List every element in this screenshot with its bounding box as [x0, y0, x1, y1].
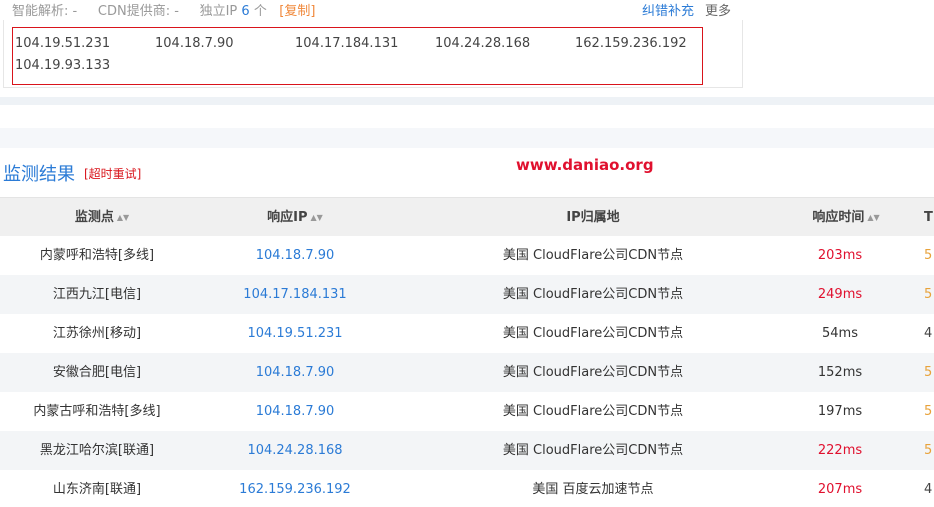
sort-icon[interactable]: ▲▼	[117, 213, 129, 222]
cell-time: 152ms	[817, 365, 863, 380]
ip-item: 104.24.28.168	[435, 36, 531, 51]
column-header-ip[interactable]: 响应IP ▲▼	[194, 198, 396, 237]
cell-location: 美国 CloudFlare公司CDN节点	[502, 326, 684, 341]
cell-edge: 5	[924, 404, 933, 419]
table-row: 安徽合肥[电信] 104.18.7.90 美国 CloudFlare公司CDN节…	[0, 353, 934, 392]
cell-edge: 5	[924, 287, 933, 302]
cell-time: 54ms	[822, 326, 858, 341]
cell-edge: 4	[924, 482, 933, 497]
column-header-point-label: 监测点	[74, 210, 114, 225]
cell-location: 美国 CloudFlare公司CDN节点	[502, 248, 684, 263]
cell-point: 江苏徐州[移动]	[52, 326, 142, 341]
fix-link[interactable]: 纠错补充	[642, 0, 694, 19]
copy-ips-button[interactable]: [复制]	[279, 4, 315, 19]
table-row: 江西九江[电信] 104.17.184.131 美国 CloudFlare公司C…	[0, 275, 934, 314]
cell-edge: 5	[924, 365, 933, 380]
section-title: 监测结果	[3, 164, 75, 185]
table-row: 内蒙古呼和浩特[多线] 104.18.7.90 美国 CloudFlare公司C…	[0, 392, 934, 431]
cell-location: 美国 CloudFlare公司CDN节点	[502, 404, 684, 419]
cell-time: 207ms	[817, 482, 863, 497]
cell-edge: 5	[924, 443, 933, 458]
column-header-location: IP归属地	[396, 198, 790, 237]
dns-meta: 智能解析: - CDN提供商: - 独立IP 6 个 [复制]	[12, 0, 315, 19]
cdn-provider-label: CDN提供商: -	[97, 4, 179, 19]
cell-point: 内蒙古呼和浩特[多线]	[33, 404, 161, 419]
table-row: 江苏徐州[移动] 104.19.51.231 美国 CloudFlare公司CD…	[0, 314, 934, 353]
cell-ip-link[interactable]: 162.159.236.192	[194, 470, 396, 507]
column-header-point[interactable]: 监测点 ▲▼	[0, 198, 204, 237]
column-header-location-label: IP归属地	[566, 210, 620, 225]
ip-item: 104.19.93.133	[15, 58, 111, 73]
cell-ip-link[interactable]: 104.24.28.168	[194, 431, 396, 470]
cell-ip-link[interactable]: 104.18.7.90	[194, 353, 396, 392]
ip-item: 104.17.184.131	[295, 36, 399, 51]
cell-ip-link[interactable]: 104.18.7.90	[194, 392, 396, 431]
table-row: 内蒙呼和浩特[多线] 104.18.7.90 美国 CloudFlare公司CD…	[0, 236, 934, 275]
ip-item: 162.159.236.192	[575, 36, 687, 51]
cell-point: 江西九江[电信]	[52, 287, 142, 302]
table-row: 山东济南[联通] 162.159.236.192 美国 百度云加速节点 207m…	[0, 470, 934, 507]
divider-band	[0, 128, 934, 148]
cell-point: 山东济南[联通]	[52, 482, 142, 497]
cell-point: 黑龙江哈尔滨[联通]	[39, 443, 155, 458]
column-header-time-label: 响应时间	[812, 210, 865, 225]
table-header: 监测点 ▲▼ 响应IP ▲▼ IP归属地 响应时间 ▲▼ T	[0, 197, 934, 236]
ip-item: 104.19.51.231	[15, 36, 111, 51]
cell-edge: 5	[924, 248, 933, 263]
unique-ip-count: 6	[241, 4, 250, 19]
cell-ip-link[interactable]: 104.17.184.131	[194, 275, 396, 314]
unique-ip-label: 独立IP	[199, 4, 238, 19]
cell-location: 美国 CloudFlare公司CDN节点	[502, 287, 684, 302]
cell-point: 安徽合肥[电信]	[52, 365, 142, 380]
column-header-ip-label: 响应IP	[267, 210, 308, 225]
cell-location: 美国 CloudFlare公司CDN节点	[502, 365, 684, 380]
ip-item: 104.18.7.90	[155, 36, 234, 51]
table-row: 黑龙江哈尔滨[联通] 104.24.28.168 美国 CloudFlare公司…	[0, 431, 934, 470]
cell-point: 内蒙呼和浩特[多线]	[39, 248, 155, 263]
cell-ip-link[interactable]: 104.19.51.231	[194, 314, 396, 353]
dns-info-bar: 智能解析: - CDN提供商: - 独立IP 6 个 [复制] 纠错补充 更多	[0, 0, 934, 20]
watermark: www.daniao.org	[516, 156, 654, 174]
cell-time: 222ms	[817, 443, 863, 458]
cell-ip-link[interactable]: 104.18.7.90	[194, 236, 396, 275]
unique-ip-unit: 个	[253, 4, 267, 19]
column-header-time[interactable]: 响应时间 ▲▼	[790, 198, 902, 237]
retry-timeout-button[interactable]: [超时重试]	[84, 165, 141, 182]
cell-location: 美国 百度云加速节点	[532, 482, 654, 497]
smart-dns-label: 智能解析: -	[12, 4, 78, 19]
sort-icon[interactable]: ▲▼	[311, 213, 323, 222]
cell-edge: 4	[924, 326, 933, 341]
cell-time: 203ms	[817, 248, 863, 263]
ip-list-box: 104.19.51.231 104.18.7.90 104.17.184.131…	[12, 27, 703, 85]
sort-icon[interactable]: ▲▼	[867, 213, 879, 222]
ip-panel: 104.19.51.231 104.18.7.90 104.17.184.131…	[3, 20, 743, 88]
more-link[interactable]: 更多	[705, 0, 731, 19]
cell-location: 美国 CloudFlare公司CDN节点	[502, 443, 684, 458]
cell-time: 249ms	[817, 287, 863, 302]
cell-time: 197ms	[817, 404, 863, 419]
column-header-edge-label: T	[924, 210, 933, 225]
column-header-edge: T	[924, 198, 934, 237]
divider-band	[0, 97, 934, 105]
